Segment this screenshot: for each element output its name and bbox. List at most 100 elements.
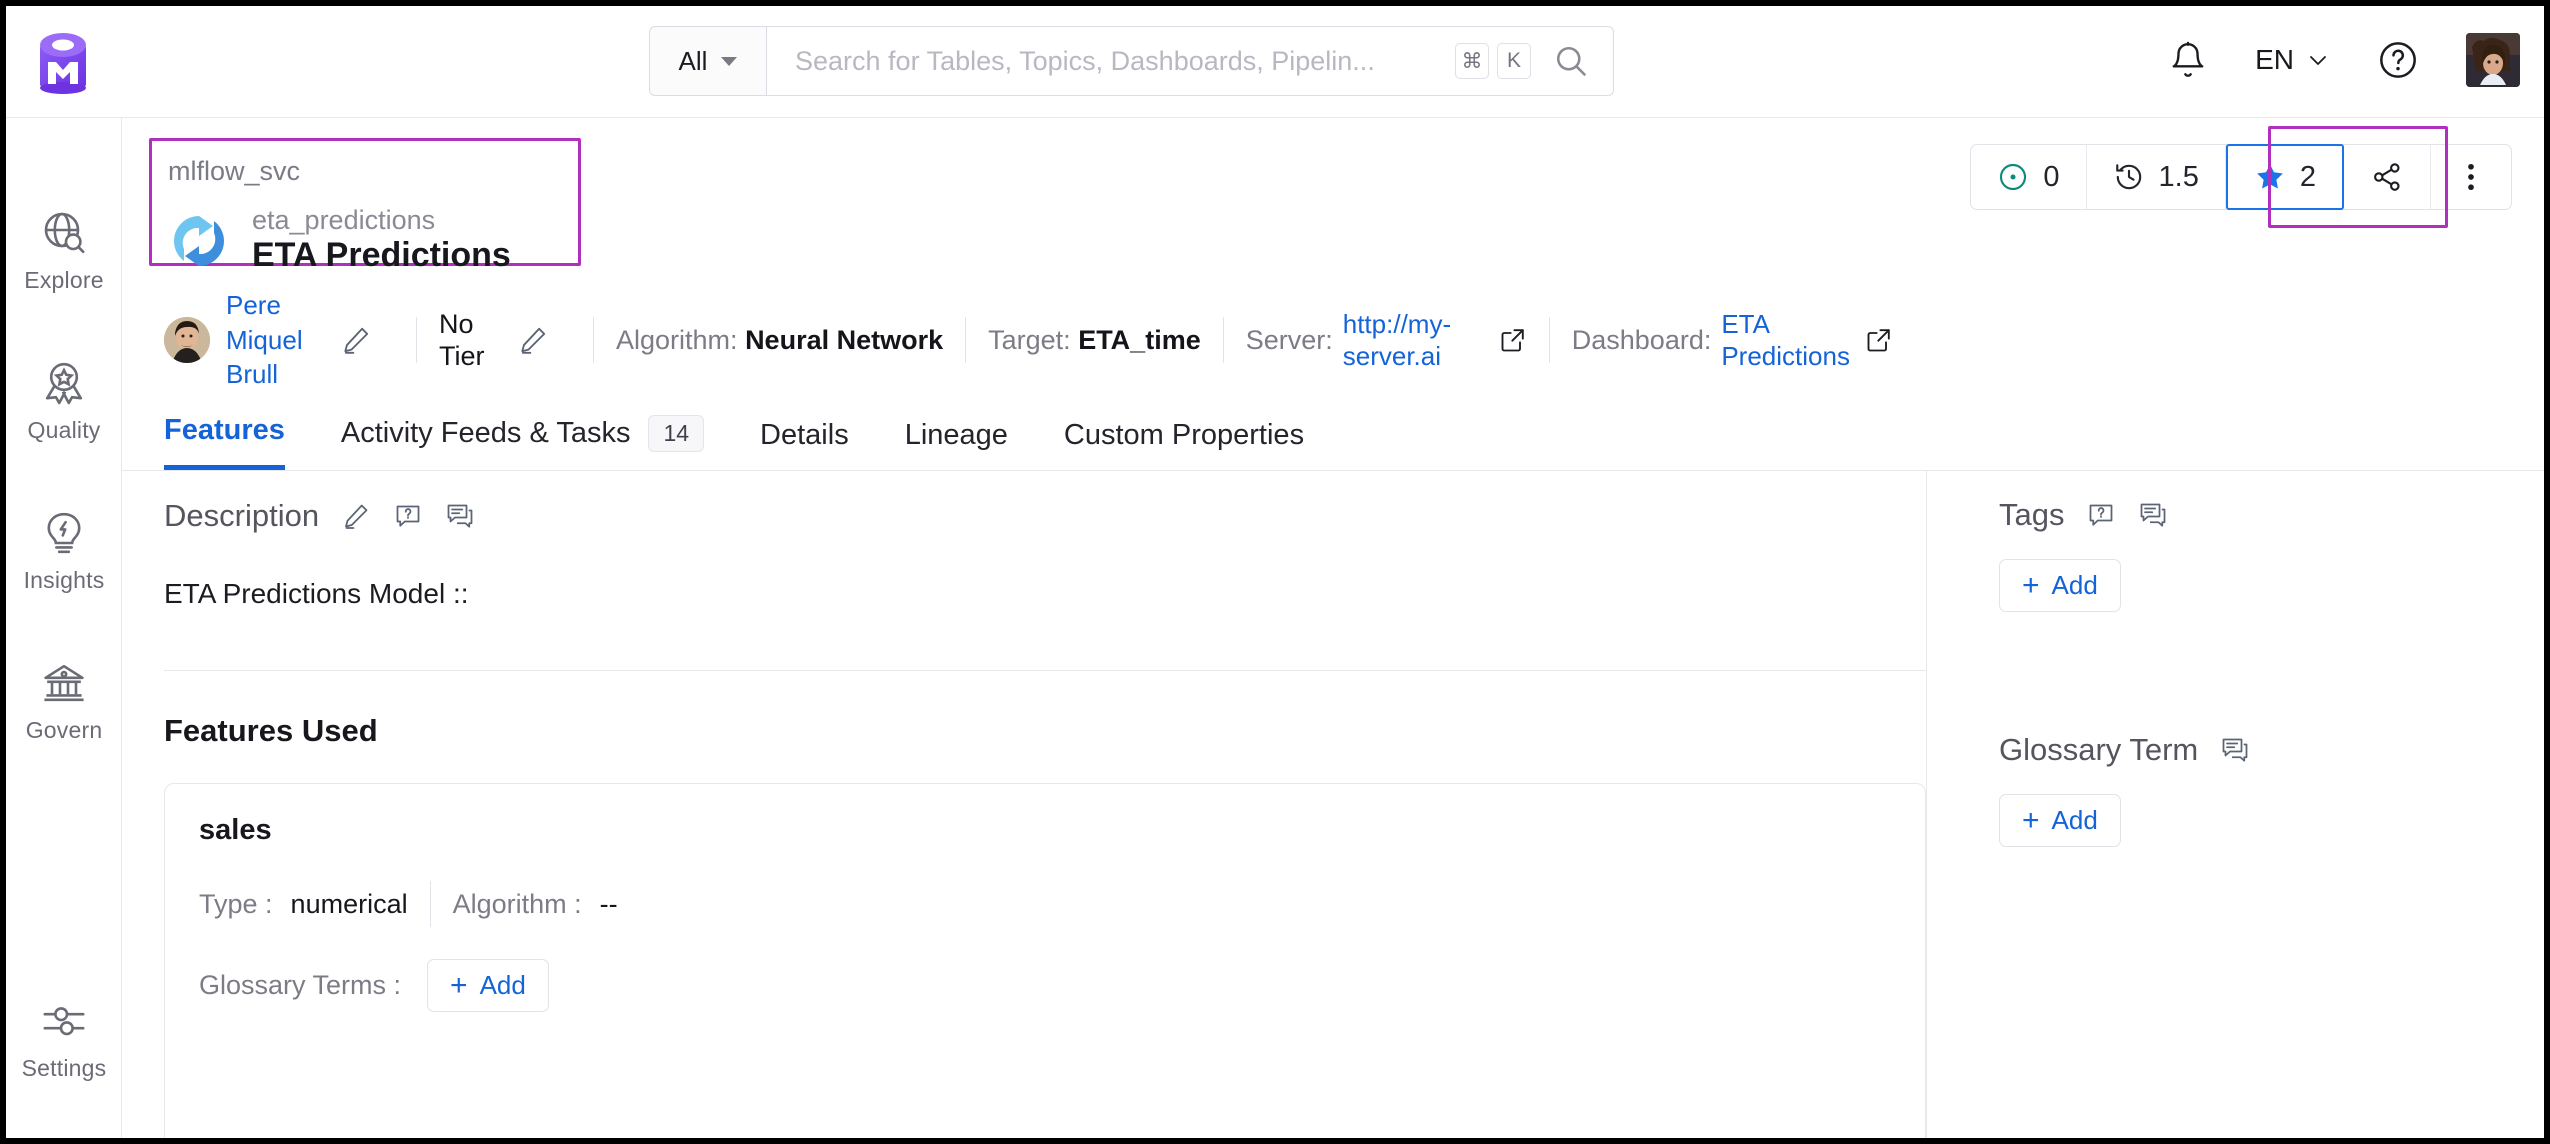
target-field: Target: ETA_time	[988, 325, 1201, 356]
feature-name: sales	[199, 814, 272, 846]
share-button[interactable]	[2344, 145, 2431, 209]
entity-header: eta_predictions ETA Predictions	[168, 206, 511, 275]
sidebar-item-label: Insights	[23, 566, 105, 593]
share-icon	[2374, 163, 2400, 191]
description-header: Description	[164, 498, 1926, 534]
algorithm-field: Algorithm: Neural Network	[616, 325, 943, 356]
global-search[interactable]: All ⌘ K	[649, 26, 1614, 96]
tab-lineage[interactable]: Lineage	[905, 419, 1008, 470]
edit-description-icon[interactable]	[341, 501, 371, 531]
add-glossary-term-button[interactable]: + Add	[427, 959, 549, 1012]
owner-avatar	[164, 317, 210, 363]
tab-label: Lineage	[904, 419, 1008, 451]
sidebar-item-label: Govern	[25, 716, 103, 743]
sidebar-item-settings[interactable]: Settings	[6, 964, 122, 1114]
main-content: Description ETA Predictions Model:: Fea…	[164, 498, 1926, 1138]
breadcrumb[interactable]: mlflow_svc	[168, 156, 300, 187]
feature-glossary-label: Glossary Terms :	[199, 970, 402, 1000]
feature-algorithm-label: Algorithm :	[452, 888, 582, 919]
plus-icon: +	[450, 968, 468, 1002]
mlflow-icon	[168, 210, 230, 272]
vote-circle-icon	[2000, 163, 2027, 191]
add-glossary-term-button[interactable]: + Add	[1999, 794, 2121, 847]
sidebar-item-explore[interactable]: Explore	[6, 176, 122, 326]
tab-activity-feeds-and-tasks[interactable]: Activity Feeds & Tasks 14	[340, 415, 705, 470]
user-avatar[interactable]	[2466, 33, 2520, 87]
edit-tier-icon[interactable]	[517, 324, 549, 356]
plus-icon: +	[2022, 803, 2040, 837]
edit-owner-icon[interactable]	[340, 324, 372, 356]
features-used-title: Features Used	[164, 713, 378, 748]
tab-badge-count: 14	[648, 415, 705, 452]
tab-details[interactable]: Details	[760, 419, 849, 470]
dashboard-link[interactable]: ETA Predictions	[1721, 308, 1850, 373]
tags-title: Tags	[1999, 497, 2065, 532]
tab-label: Custom Properties	[1063, 419, 1305, 451]
tab-label: Activity Feeds & Tasks	[340, 417, 631, 449]
page-title: ETA Predictions	[252, 236, 511, 275]
algorithm-label: Algorithm:	[616, 324, 738, 355]
tab-label: Features	[164, 414, 285, 446]
add-label: Add	[2051, 570, 2098, 600]
version-number: 1.5	[2158, 160, 2199, 193]
feature-glossary-row: Glossary Terms : + Add	[199, 959, 1891, 1012]
kbd-k-key: K	[1497, 43, 1531, 79]
version-history-icon	[2115, 164, 2141, 190]
dashboard-external-link-icon[interactable]	[1865, 326, 1893, 354]
feature-algorithm-value: --	[599, 888, 618, 919]
search-scope-label: All	[678, 45, 708, 76]
server-link[interactable]: http://my-server.ai	[1343, 308, 1473, 373]
feature-type-value: numerical	[290, 888, 408, 919]
notifications-bell-icon[interactable]	[2169, 41, 2207, 79]
followers-button[interactable]: 2	[2225, 144, 2344, 210]
search-scope-dropdown[interactable]: All	[649, 26, 767, 96]
chevron-down-icon	[721, 56, 738, 66]
feature-card: sales Type : numerical Algorithm : -- Gl…	[164, 783, 1926, 1138]
tab-features[interactable]: Features	[164, 414, 285, 470]
kbd-command-icon: ⌘	[1455, 43, 1489, 79]
request-tags-icon[interactable]	[2086, 500, 2116, 530]
server-external-link-icon[interactable]	[1499, 326, 1527, 354]
glossary-comments-icon[interactable]	[2220, 735, 2250, 765]
content-divider	[164, 670, 1926, 671]
divider	[1222, 317, 1224, 363]
sidebar-item-govern[interactable]: Govern	[6, 626, 122, 776]
chevron-down-icon	[2310, 56, 2326, 65]
add-tag-button[interactable]: + Add	[1999, 559, 2121, 612]
tags-comments-icon[interactable]	[2138, 500, 2168, 530]
version-button[interactable]: 1.5	[2087, 145, 2226, 209]
divider	[593, 317, 594, 363]
language-selector[interactable]: EN	[2255, 44, 2330, 76]
server-label: Server:	[1245, 324, 1333, 355]
right-side-panel: Tags + Add Glossary Term + Add	[1926, 471, 2544, 1138]
divider	[1548, 317, 1550, 363]
sidebar-item-quality[interactable]: Quality	[6, 326, 122, 476]
plus-icon: +	[2022, 568, 2040, 602]
owner-field[interactable]: Pere Miquel Brull	[164, 288, 318, 392]
dashboard-label: Dashboard:	[1571, 324, 1712, 355]
tab-custom-properties[interactable]: Custom Properties	[1064, 419, 1304, 470]
divider	[429, 881, 431, 927]
more-options-button[interactable]	[2431, 145, 2511, 209]
owner-name[interactable]: Pere Miquel Brull	[226, 288, 318, 392]
search-icon[interactable]	[1553, 43, 1589, 79]
description-comments-icon[interactable]	[445, 501, 475, 531]
lightbulb-icon	[40, 509, 88, 557]
globe-search-icon	[40, 209, 88, 257]
sidebar-item-insights[interactable]: Insights	[6, 476, 122, 626]
search-input[interactable]	[795, 45, 1447, 77]
votes-button[interactable]: 0	[1971, 145, 2087, 209]
search-field[interactable]: ⌘ K	[767, 26, 1614, 96]
help-icon[interactable]	[2378, 40, 2418, 80]
tags-header: Tags	[1999, 497, 2544, 533]
feature-type-label: Type :	[199, 888, 273, 919]
left-sidebar: Explore Quality Insights Govern Settings	[6, 118, 122, 1138]
add-label: Add	[2051, 805, 2098, 835]
target-label: Target:	[988, 324, 1071, 355]
divider	[416, 317, 417, 363]
request-description-icon[interactable]	[393, 501, 423, 531]
glossary-term-title: Glossary Term	[1999, 732, 2199, 767]
openmetadata-logo-icon[interactable]	[34, 32, 92, 94]
algorithm-value: Neural Network	[745, 324, 944, 355]
tier-value: No Tier	[439, 308, 485, 371]
